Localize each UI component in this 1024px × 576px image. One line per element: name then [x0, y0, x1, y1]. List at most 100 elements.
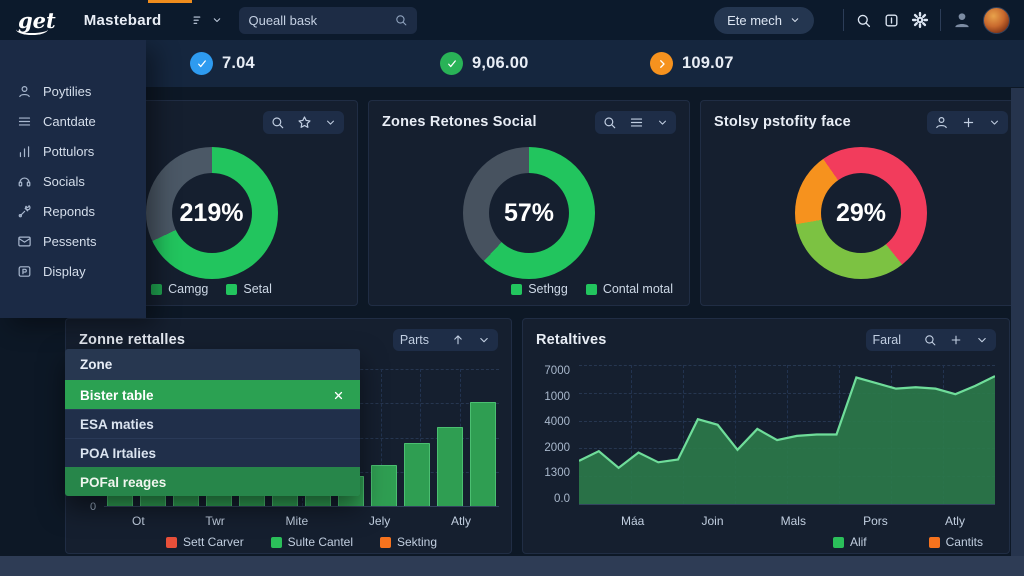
chevron-down-icon[interactable]: [975, 333, 989, 347]
gear-icon: [911, 11, 929, 29]
legend-swatch: [380, 537, 391, 548]
legend-item: Setal: [226, 282, 272, 296]
bar: [173, 495, 199, 506]
x-axis-labels: MáaJoinMalsPorsAtly: [591, 514, 995, 528]
search-icon: [923, 333, 937, 347]
chevron-down-button[interactable]: [324, 116, 337, 129]
bar: [140, 495, 166, 506]
bar: [470, 402, 496, 506]
search-icon[interactable]: [855, 12, 872, 29]
plus-button[interactable]: [961, 115, 976, 130]
stats-bar: 7.04 9,06.00 109.07: [0, 40, 1024, 87]
y-tick-label: 4000: [544, 416, 570, 428]
stat-value: 7.04: [222, 54, 255, 73]
avatar[interactable]: [983, 7, 1010, 34]
bar: [371, 465, 397, 506]
active-tab-accent: [148, 0, 192, 3]
scrollbar-track-bottom[interactable]: [0, 556, 1024, 576]
stat-value: 109.07: [682, 54, 734, 73]
gear-icon[interactable]: [911, 11, 929, 29]
sidebar-item-poytilies[interactable]: Poytilies: [0, 76, 146, 106]
sidebar-item-label: Socials: [43, 174, 85, 189]
chevron-down-button[interactable]: [988, 116, 1001, 129]
card-toolbar: [927, 111, 1008, 134]
dropdown-item-label: ESA maties: [80, 417, 154, 432]
dropdown-item-label: POFal reages: [80, 475, 166, 490]
list-icon: [17, 114, 32, 129]
environment-select[interactable]: Ete mech: [714, 7, 814, 34]
legend-label: Sulte Cantel: [288, 535, 353, 549]
display-icon: [17, 264, 32, 279]
dropdown-item[interactable]: POFal reages: [65, 467, 360, 496]
card-action-label[interactable]: Parts: [400, 333, 429, 347]
person-fill-icon: [952, 10, 972, 30]
plus-icon: [949, 333, 963, 347]
scrollbar-track-right[interactable]: [1011, 88, 1024, 556]
legend-swatch: [166, 537, 177, 548]
panel-icon: [883, 12, 900, 29]
legend-label: Sett Carver: [183, 535, 244, 549]
global-search[interactable]: [239, 7, 417, 34]
top-navbar: get Mastebard Ete mech: [0, 0, 1024, 40]
card-toolbar: Faral: [866, 329, 996, 351]
user-icon[interactable]: [952, 10, 972, 30]
close-icon[interactable]: [332, 389, 345, 402]
mail-icon: [17, 234, 32, 249]
zone-dropdown: Zone Bister tableESA matiesPOA IrtaliesP…: [65, 349, 360, 496]
chevron-down-icon[interactable]: [477, 333, 491, 347]
legend-item: Sekting: [380, 535, 437, 549]
search-icon: [602, 115, 617, 130]
search-input[interactable]: [248, 13, 394, 28]
sidebar-item-socials[interactable]: Socials: [0, 166, 146, 196]
user-button[interactable]: [934, 115, 949, 130]
sidebar-item-pessents[interactable]: Pessents: [0, 226, 146, 256]
dropdown-item[interactable]: POA Irtalies: [65, 438, 360, 467]
chevron-down-button[interactable]: [656, 116, 669, 129]
search-icon: [394, 13, 408, 27]
y-axis-zero: 0: [90, 501, 96, 513]
card-header: Stolsy pstofity face: [701, 101, 1021, 143]
plus-icon[interactable]: [949, 333, 963, 347]
card-title: Retaltives: [536, 332, 607, 348]
sidebar-item-pottulors[interactable]: Pottulors: [0, 136, 146, 166]
x-axis-labels: OtTwrMiteJelyAtly: [104, 514, 499, 528]
sidebar-item-label: Reponds: [43, 204, 95, 219]
area-chart: 700010004000200013000.0: [535, 365, 995, 505]
card-action-label[interactable]: Faral: [873, 333, 901, 347]
bar: [437, 427, 463, 506]
stat-item: 9,06.00: [440, 40, 528, 87]
list-button[interactable]: [629, 115, 644, 130]
dropdown-item[interactable]: Bister table: [65, 380, 360, 409]
legend-swatch: [151, 284, 162, 295]
bar-chart-icon: [17, 144, 32, 159]
search-icon[interactable]: [923, 333, 937, 347]
divider: [940, 9, 941, 31]
arrow-up-icon[interactable]: [451, 333, 465, 347]
user-icon: [17, 84, 32, 99]
search-button[interactable]: [602, 115, 617, 130]
card-area-chart: Retaltives Faral 700010004000200013000.0…: [522, 318, 1010, 554]
list-icon: [629, 115, 644, 130]
x-tick-label: Ot: [132, 514, 145, 528]
y-tick-label: 2000: [544, 442, 570, 454]
legend-item: Sett Carver: [166, 535, 244, 549]
panel-icon[interactable]: [883, 12, 900, 29]
card-title: Zones Retones Social: [382, 114, 537, 130]
card-donut-3: Stolsy pstofity face 29%: [700, 100, 1022, 306]
list-filter-menu[interactable]: [191, 13, 223, 28]
sidebar-item-reponds[interactable]: Reponds: [0, 196, 146, 226]
legend-swatch: [929, 537, 940, 548]
stat-item: 7.04: [190, 40, 255, 87]
stat-item: 109.07: [650, 40, 734, 87]
arrow-up-icon: [451, 333, 465, 347]
star-button[interactable]: [297, 115, 312, 130]
legend-label: Setal: [243, 282, 272, 296]
dropdown-item[interactable]: ESA maties: [65, 409, 360, 438]
legend-item: Alif: [833, 535, 867, 549]
card-toolbar: [595, 111, 676, 134]
page-title: Mastebard: [84, 12, 162, 29]
legend-item: Camgg: [151, 282, 208, 296]
sidebar-item-display[interactable]: Display: [0, 256, 146, 286]
search-button[interactable]: [270, 115, 285, 130]
sidebar-item-cantdate[interactable]: Cantdate: [0, 106, 146, 136]
